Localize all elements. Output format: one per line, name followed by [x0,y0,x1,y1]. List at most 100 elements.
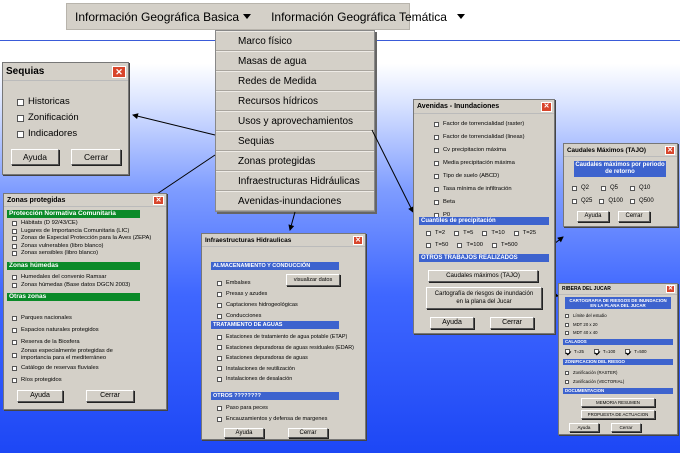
checkbox-habitats[interactable]: Hábitats (D 92/43/CE) [12,220,151,228]
checkbox-box[interactable] [12,377,17,383]
close-icon[interactable]: ✕ [666,285,675,293]
cerrar-button[interactable]: Cerrar [618,211,650,222]
checkbox-r-t25[interactable]: T=25 [565,349,584,354]
checkbox-tipo-suelo[interactable]: Tipo de suelo (ABCD) [434,170,525,183]
cerrar-button[interactable]: Cerrar [611,423,641,432]
caudales-tajo-button[interactable]: Caudales máximos (TAJO) [428,270,538,282]
checkbox-captaciones[interactable]: Captaciones hidrogeológicas [217,300,298,311]
checkbox-box[interactable] [565,322,569,327]
checkbox-zepa[interactable]: Zonas de Especial Protección para la Ave… [12,235,151,243]
checkbox-t10[interactable]: T=10 [482,230,505,236]
checkbox-box[interactable] [454,230,460,236]
cerrar-button[interactable]: Cerrar [288,428,328,438]
checkbox-box[interactable] [12,365,17,371]
checkbox-q2[interactable]: Q2 [572,185,589,191]
checkbox-edar[interactable]: Estaciones depuradoras de aguas residual… [217,343,354,354]
checkbox-box[interactable] [434,148,439,153]
checkbox-box[interactable] [426,230,431,236]
checkbox-ramsar[interactable]: Humedales del convenio Ramsar [12,273,130,281]
checkbox-box[interactable] [565,331,569,336]
checkbox-parques[interactable]: Parques nacionales [12,312,113,324]
close-icon[interactable]: ✕ [665,145,675,155]
cerrar-button[interactable]: Cerrar [71,149,121,165]
checkbox-box[interactable] [630,198,636,204]
checkbox-box[interactable] [434,122,439,127]
checkbox-espacios[interactable]: Espacios naturales protegidos [12,324,113,336]
checkbox-mediterraneo[interactable]: Zonas especialmente protegidas de importa… [12,348,113,362]
ayuda-button[interactable]: Ayuda [224,428,264,438]
checkbox-t5[interactable]: T=5 [454,230,473,236]
checkbox-historicas[interactable]: Historicas [17,94,79,110]
checkbox-box[interactable] [434,200,439,205]
checkbox-t2[interactable]: T=2 [426,230,445,236]
checkbox-box[interactable] [601,185,607,191]
checkbox-box[interactable] [434,135,439,140]
checkbox-zonificacion[interactable]: Zonificación [17,110,79,126]
checkbox-encauzamientos[interactable]: Encauzamientos y defensa de margenes [217,414,327,425]
checkbox-box[interactable] [217,345,222,351]
checkbox-q100[interactable]: Q100 [599,198,623,204]
checkbox-box[interactable] [217,334,222,340]
checkbox-box[interactable] [12,243,17,249]
checkbox-box[interactable] [426,242,431,248]
checkbox-box[interactable] [217,314,222,319]
propuesta-actuacion-button[interactable]: PROPUESTA DE ACTUACION [581,410,655,419]
checkbox-box[interactable] [217,355,222,361]
checkbox-box[interactable] [491,242,497,248]
cartografia-jucar-button[interactable]: Cartografía de riesgos de inundación en … [426,287,542,309]
ayuda-button[interactable]: Ayuda [430,317,474,329]
checkbox-q500[interactable]: Q500 [630,198,654,204]
checkbox-mdt20[interactable]: MDT 20 x 20 [565,321,607,330]
checkbox-box[interactable] [17,114,24,122]
checkbox-box[interactable] [12,228,17,234]
checkbox-t50[interactable]: T=50 [426,242,448,248]
ayuda-button[interactable]: Ayuda [17,390,63,402]
checkbox-presas[interactable]: Presas y azudes [217,289,298,300]
memoria-resumen-button[interactable]: MEMORIA RESUMEN [581,398,655,407]
checkbox-factor-lineas[interactable]: Factor de torrencialidad (lineas) [434,131,525,144]
checkbox-tasa[interactable]: Tasa mínima de infiltración [434,183,525,196]
cerrar-button[interactable]: Cerrar [490,317,534,329]
checkbox-biosfera[interactable]: Reserva de la Biosfera [12,336,113,348]
checkbox-box[interactable] [217,281,222,286]
cerrar-button[interactable]: Cerrar [86,390,134,402]
checkbox-q10[interactable]: Q10 [630,185,650,191]
ayuda-button[interactable]: Ayuda [11,149,59,165]
checkbox-box[interactable] [457,242,463,248]
close-icon[interactable]: ✕ [153,195,164,205]
checkbox-box[interactable] [434,161,439,166]
checkbox-box[interactable] [12,315,17,321]
checkbox-box[interactable] [513,230,519,236]
checkbox-media[interactable]: Media precipitación máxima [434,157,525,170]
checkbox-box[interactable] [572,198,577,204]
checkbox-box[interactable] [12,327,17,333]
checkbox-reservas[interactable]: Catálogo de reservas fluviales [12,362,113,374]
checkbox-t100[interactable]: T=100 [457,242,483,248]
checkbox-r-t500[interactable]: T=500 [625,349,647,354]
checkbox-limite[interactable]: Límite del estudio [565,312,607,321]
checkbox-box[interactable] [599,198,605,204]
close-icon[interactable]: ✕ [112,65,126,78]
checkbox-cv[interactable]: Cv precipitacion máxima [434,144,525,157]
ayuda-button[interactable]: Ayuda [577,211,609,222]
checkbox-box[interactable] [434,187,439,192]
checkbox-box[interactable] [17,98,24,106]
checkbox-box[interactable] [17,130,24,138]
checkbox-box[interactable] [565,314,569,319]
checkbox-zon-raster[interactable]: Zonificación (RASTER) [565,368,624,377]
checkbox-lic[interactable]: Lugares de Importancia Comunitaria (LIC) [12,228,151,236]
checkbox-sensibles[interactable]: Zonas sensibles (libro blanco) [12,250,151,258]
checkbox-box[interactable] [565,349,570,354]
ayuda-button[interactable]: Ayuda [569,423,599,432]
checkbox-indicadores[interactable]: Indicadores [17,126,79,142]
checkbox-box[interactable] [630,185,636,191]
checkbox-box[interactable] [572,185,577,191]
checkbox-rios[interactable]: Ríos protegidos [12,374,113,386]
checkbox-box[interactable] [12,282,17,288]
checkbox-box[interactable] [625,349,631,354]
checkbox-box[interactable] [12,352,17,358]
checkbox-box[interactable] [12,221,17,227]
checkbox-box[interactable] [565,379,569,384]
checkbox-t25[interactable]: T=25 [513,230,536,236]
checkbox-vulnerables[interactable]: Zonas vulnerables (libro blanco) [12,243,151,251]
